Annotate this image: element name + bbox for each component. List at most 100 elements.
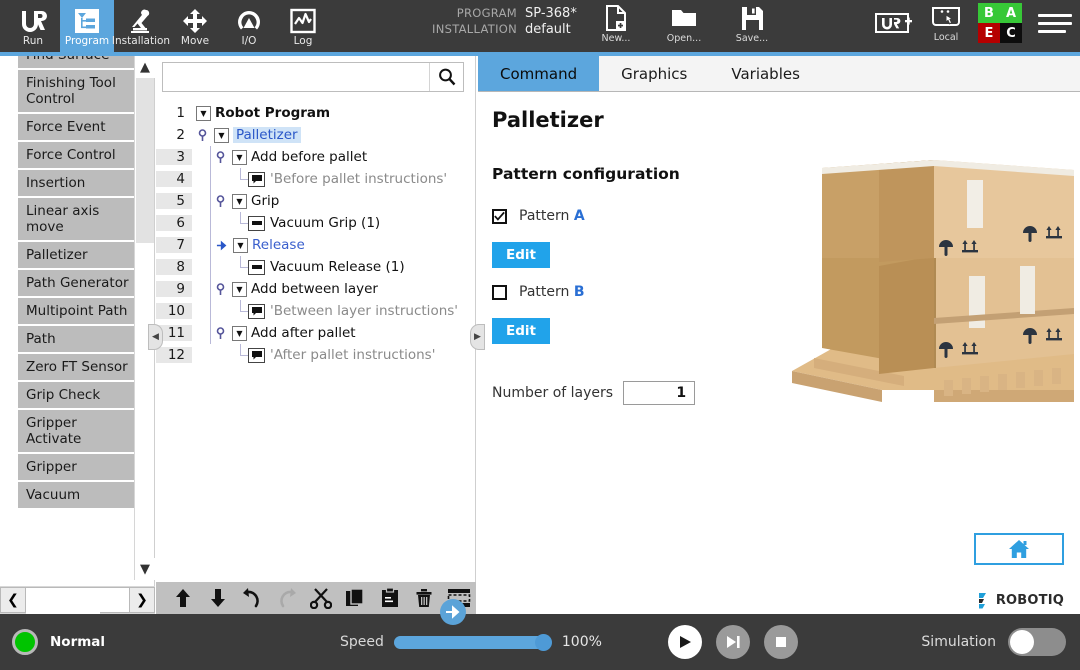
collapse-right-icon[interactable]: ▶ — [470, 324, 485, 350]
breakpoint-pin-icon[interactable] — [214, 282, 227, 296]
tree-toggle-icon[interactable]: ▼ — [196, 105, 211, 121]
palette-item[interactable]: Force Event — [18, 114, 137, 140]
move-down-button[interactable] — [200, 583, 234, 613]
nav-tab-program[interactable]: Program — [60, 0, 114, 52]
undo-button[interactable] — [235, 583, 269, 613]
nav-tab-label: Run — [22, 35, 44, 47]
pattern-b-checkbox[interactable] — [492, 284, 507, 300]
home-icon — [1009, 540, 1029, 558]
open-program-button[interactable]: Open... — [662, 4, 706, 44]
chevron-left-icon[interactable]: ❮ — [0, 587, 26, 613]
breakpoint-pin-icon[interactable] — [214, 150, 227, 164]
palette-item[interactable]: Insertion — [18, 170, 137, 196]
pattern-b-letter: B — [573, 284, 585, 300]
move-up-button[interactable] — [166, 583, 200, 613]
chevron-down-icon[interactable]: ▼ — [135, 558, 155, 580]
stop-button[interactable] — [764, 625, 798, 659]
palette-item-label: Palletizer — [26, 247, 88, 263]
redo-button[interactable] — [269, 583, 303, 613]
breakpoint-pin-icon[interactable] — [214, 194, 227, 208]
palette-item[interactable]: Zero FT Sensor — [18, 354, 137, 380]
nav-tab-run[interactable]: Run — [6, 0, 60, 52]
tree-row[interactable]: 7 ▼ Release — [156, 234, 476, 256]
palette-hscroll-thumb[interactable] — [26, 588, 100, 614]
palette-horizontal-scrollbar[interactable]: ❮ ❯ — [0, 586, 155, 614]
simulation-toggle[interactable] — [1008, 628, 1066, 656]
tree-row[interactable]: 4 'Before pallet instructions' — [156, 168, 476, 190]
palette-item[interactable]: Find Surface — [18, 56, 137, 68]
palette-item[interactable]: Finishing Tool Control — [18, 70, 137, 112]
pattern-b-edit-button[interactable]: Edit — [492, 318, 550, 344]
palette-item-palletizer[interactable]: Palletizer — [18, 242, 137, 268]
palette-item[interactable]: Gripper — [18, 454, 137, 480]
home-button[interactable] — [974, 533, 1064, 565]
paste-button[interactable] — [373, 583, 407, 613]
tree-row[interactable]: 8 Vacuum Release (1) — [156, 256, 476, 278]
cut-button[interactable] — [304, 583, 338, 613]
number-of-layers-input[interactable] — [623, 381, 696, 405]
breakpoint-pin-icon[interactable] — [196, 128, 209, 142]
pattern-a-checkbox[interactable] — [492, 208, 507, 224]
palette-item[interactable]: Multipoint Path — [18, 298, 137, 324]
search-input[interactable] — [163, 63, 429, 91]
safety-status-grid[interactable]: B A E C — [978, 3, 1022, 43]
tree-toggle-icon[interactable]: ▼ — [232, 193, 247, 209]
step-button[interactable] — [716, 625, 750, 659]
collapse-left-icon[interactable]: ◀ — [148, 324, 163, 350]
delete-button[interactable] — [407, 583, 441, 613]
palette-item[interactable]: Gripper Activate — [18, 410, 137, 452]
palette-item[interactable]: Vacuum — [18, 482, 137, 508]
palette-item[interactable]: Path — [18, 326, 137, 352]
play-button[interactable] — [668, 625, 702, 659]
palette-hscroll-track[interactable] — [26, 587, 129, 614]
io-gauge-icon — [238, 11, 260, 30]
nav-tab-label: Move — [180, 35, 210, 47]
ur-plus-button[interactable] — [874, 8, 914, 38]
palette-scroll-thumb[interactable] — [136, 78, 154, 243]
palette-item[interactable]: Path Generator — [18, 270, 137, 296]
copy-button[interactable] — [338, 583, 372, 613]
tree-row[interactable]: 1 ▼ Robot Program — [156, 102, 476, 124]
hamburger-menu-icon[interactable] — [1038, 9, 1072, 37]
nav-tab-installation[interactable]: Installation — [112, 0, 170, 52]
tree-row[interactable]: 6 Vacuum Grip (1) — [156, 212, 476, 234]
robot-status[interactable]: Normal — [12, 629, 105, 655]
save-program-button[interactable]: Save... — [730, 4, 774, 44]
tree-row[interactable]: 9 ▼ Add between layer — [156, 278, 476, 300]
nav-tab-move[interactable]: Move — [168, 0, 222, 52]
tab-command[interactable]: Command — [478, 56, 600, 91]
chevron-up-icon[interactable]: ▲ — [135, 56, 155, 78]
palette-item[interactable]: Grip Check — [18, 382, 137, 408]
palette-item-label: Find Surface — [26, 56, 109, 63]
pattern-a-edit-button[interactable]: Edit — [492, 242, 550, 268]
palette-item[interactable]: Linear axis move — [18, 198, 137, 240]
tree-row[interactable]: 11 ▼ Add after pallet — [156, 322, 476, 344]
palette-scroll-track[interactable] — [136, 243, 154, 558]
tree-toggle-icon[interactable]: ▼ — [232, 149, 247, 165]
tree-row[interactable]: 5 ▼ Grip — [156, 190, 476, 212]
tab-variables[interactable]: Variables — [709, 56, 822, 91]
tree-row[interactable]: 2 ▼ Palletizer — [156, 124, 476, 146]
tree-row[interactable]: 10 'Between layer instructions' — [156, 300, 476, 322]
palette-vertical-scrollbar[interactable]: ▲ ▼ — [134, 56, 155, 580]
tree-row[interactable]: 3 ▼ Add before pallet — [156, 146, 476, 168]
program-tree-icon — [75, 9, 99, 33]
arrow-right-circle-icon[interactable] — [440, 599, 466, 625]
palette-item[interactable]: Force Control — [18, 142, 137, 168]
nav-tab-io[interactable]: I/O — [222, 0, 276, 52]
tree-toggle-icon[interactable]: ▼ — [232, 281, 247, 297]
tree-node-label-palletizer: Palletizer — [233, 127, 301, 143]
speed-slider-knob[interactable] — [534, 633, 552, 651]
search-button[interactable] — [429, 63, 463, 91]
tab-graphics[interactable]: Graphics — [599, 56, 709, 91]
new-program-button[interactable]: New... — [594, 4, 638, 44]
tree-toggle-icon[interactable]: ▼ — [232, 325, 247, 341]
tree-row[interactable]: 12 'After pallet instructions' — [156, 344, 476, 366]
tree-toggle-icon[interactable]: ▼ — [214, 127, 229, 143]
control-mode-button[interactable]: Local — [930, 3, 962, 43]
tree-toggle-icon[interactable]: ▼ — [233, 237, 248, 253]
speed-slider[interactable] — [393, 633, 552, 651]
chevron-right-icon[interactable]: ❯ — [129, 587, 155, 613]
nav-tab-log[interactable]: Log — [276, 0, 330, 52]
breakpoint-pin-icon[interactable] — [214, 326, 227, 340]
